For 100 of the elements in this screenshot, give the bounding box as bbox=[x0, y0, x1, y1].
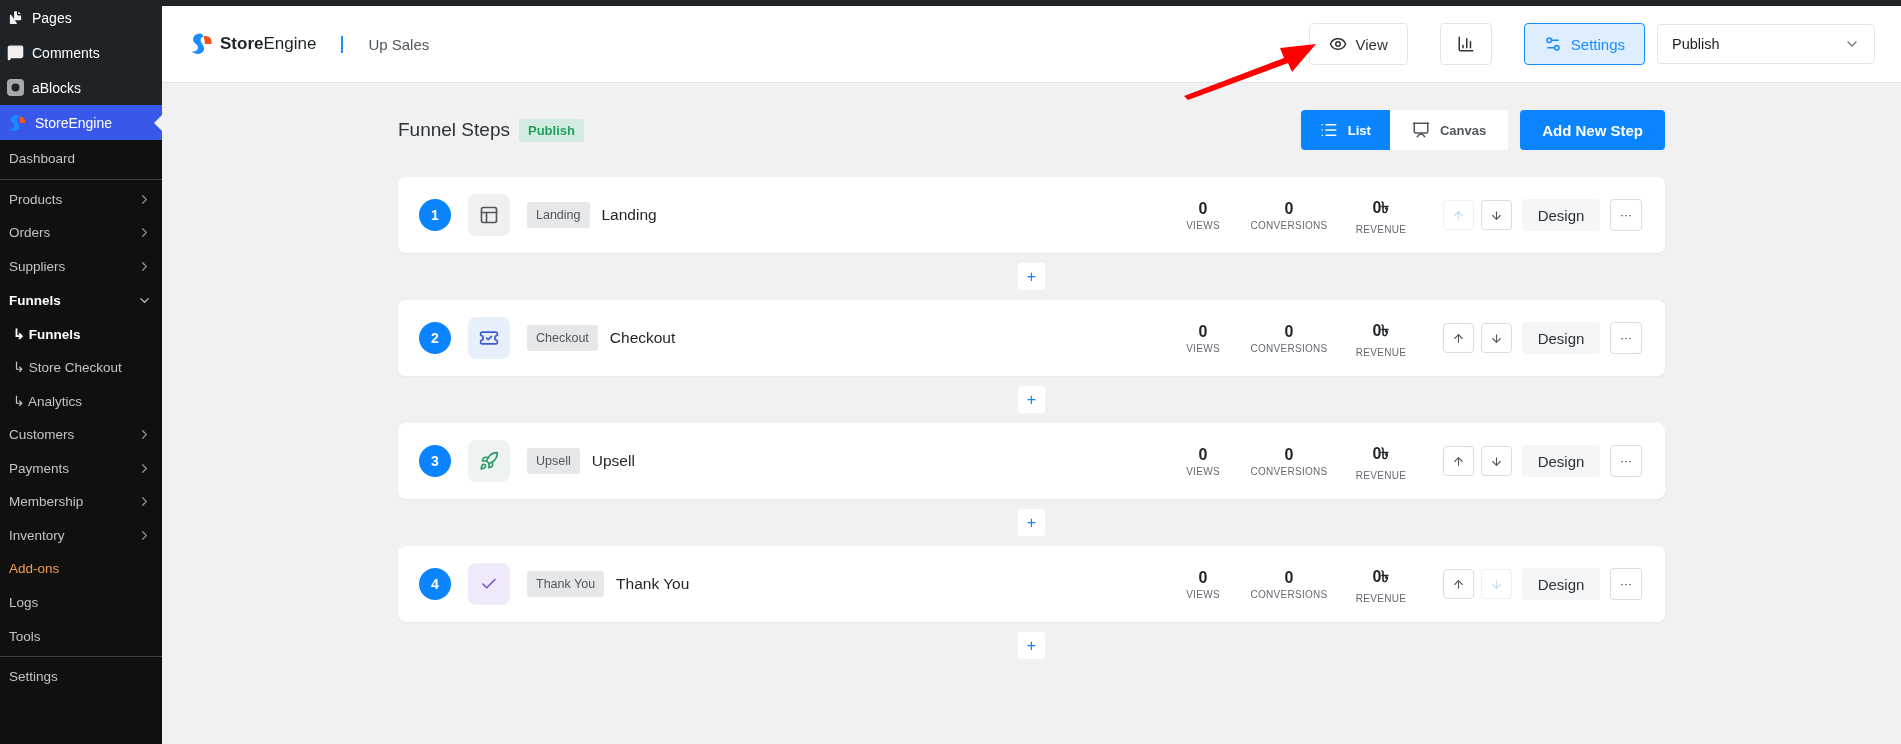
stat-value: 0 bbox=[1284, 322, 1294, 341]
design-button[interactable]: Design bbox=[1522, 445, 1600, 477]
step-name: Checkout bbox=[609, 329, 676, 347]
stat-label: REVENUE bbox=[1355, 224, 1407, 235]
rocket-icon bbox=[479, 451, 499, 471]
move-up-button[interactable] bbox=[1443, 446, 1474, 476]
step-name: Upsell bbox=[591, 452, 635, 470]
settings-icon bbox=[1543, 35, 1562, 53]
step-name: Landing bbox=[601, 206, 657, 224]
step-number: 2 bbox=[419, 322, 451, 354]
status-select[interactable]: Publish bbox=[1657, 24, 1875, 64]
move-down-button[interactable] bbox=[1481, 323, 1512, 353]
list-icon bbox=[1319, 121, 1338, 139]
stat-label: VIEWS bbox=[1186, 342, 1220, 354]
comment-icon bbox=[7, 44, 24, 61]
view-button[interactable]: View bbox=[1308, 23, 1408, 65]
more-button[interactable]: ··· bbox=[1610, 322, 1642, 354]
sidebar-item[interactable]: Pages bbox=[0, 0, 162, 35]
arrow-up-icon bbox=[1452, 331, 1465, 345]
stat-value: 0 bbox=[1198, 568, 1208, 587]
add-step-plus-button[interactable]: + bbox=[1018, 632, 1045, 659]
design-button[interactable]: Design bbox=[1522, 199, 1600, 231]
stat-value: 0৳ bbox=[1372, 321, 1390, 341]
step-number: 3 bbox=[419, 445, 451, 477]
arrow-up-icon bbox=[1452, 454, 1465, 468]
sidebar-subitem[interactable]: ↳ Analytics bbox=[0, 384, 162, 418]
sidebar-item[interactable]: Comments bbox=[0, 35, 162, 70]
sidebar-item[interactable]: Products bbox=[0, 182, 162, 217]
step-tag: Thank You bbox=[527, 571, 605, 597]
more-button[interactable]: ··· bbox=[1610, 199, 1642, 231]
arrow-up-icon bbox=[1452, 208, 1465, 222]
stat-value: 0 bbox=[1198, 199, 1208, 218]
sidebar-item[interactable]: Settings bbox=[0, 659, 162, 694]
add-step-plus-button[interactable]: + bbox=[1018, 509, 1045, 536]
analytics-button[interactable] bbox=[1439, 23, 1492, 65]
more-button[interactable]: ··· bbox=[1610, 568, 1642, 600]
step-name: Thank You bbox=[616, 575, 690, 593]
brand-name: StoreEngine bbox=[220, 34, 317, 54]
move-up-button[interactable] bbox=[1443, 323, 1474, 353]
easel-icon bbox=[1411, 121, 1430, 139]
step-number: 4 bbox=[419, 568, 451, 600]
stat-label: REVENUE bbox=[1355, 593, 1407, 604]
stat-label: CONVERSIONS bbox=[1250, 465, 1328, 477]
stat-value: 0 bbox=[1198, 445, 1208, 464]
stat-value: 0৳ bbox=[1372, 198, 1390, 218]
arrow-down-icon bbox=[1490, 577, 1503, 591]
step-number: 1 bbox=[419, 199, 451, 231]
sidebar-item[interactable]: Suppliers bbox=[0, 249, 162, 284]
stat-label: VIEWS bbox=[1186, 465, 1220, 477]
sidebar-item[interactable]: aBlocks bbox=[0, 70, 162, 105]
step-tag: Checkout bbox=[527, 325, 598, 351]
stat-value: 0 bbox=[1284, 445, 1294, 464]
sidebar-item[interactable]: Inventory bbox=[0, 518, 162, 553]
stat-value: 0৳ bbox=[1372, 444, 1390, 464]
sidebar-subitem[interactable]: ↳ Store Checkout bbox=[0, 350, 162, 385]
block-icon bbox=[7, 79, 24, 96]
step-tag: Landing bbox=[527, 202, 590, 228]
move-up-button[interactable] bbox=[1443, 569, 1474, 599]
stat-value: 0 bbox=[1284, 568, 1294, 587]
design-button[interactable]: Design bbox=[1522, 322, 1600, 354]
chart-icon bbox=[1456, 35, 1475, 53]
sidebar-item[interactable]: Logs bbox=[0, 585, 162, 620]
add-step-plus-button[interactable]: + bbox=[1018, 263, 1045, 290]
stat-label: VIEWS bbox=[1186, 588, 1220, 600]
eye-icon bbox=[1328, 35, 1347, 53]
add-step-plus-button[interactable]: + bbox=[1018, 386, 1045, 413]
sidebar-item[interactable]: StoreEngine bbox=[0, 105, 162, 140]
move-down-button[interactable] bbox=[1481, 446, 1512, 476]
sidebar-item[interactable]: Dashboard bbox=[0, 142, 162, 176]
design-button[interactable]: Design bbox=[1522, 568, 1600, 600]
stat-value: 0৳ bbox=[1372, 567, 1390, 587]
view-tab[interactable]: List bbox=[1300, 110, 1390, 150]
add-step-button[interactable]: Add New Step bbox=[1520, 110, 1665, 150]
arrow-down-icon bbox=[1490, 454, 1503, 468]
stat-label: REVENUE bbox=[1355, 347, 1407, 358]
arrow-down-icon bbox=[1490, 208, 1503, 222]
status-badge: Publish bbox=[518, 118, 584, 142]
page-title: Up Sales bbox=[368, 35, 430, 53]
stat-value: 0 bbox=[1284, 199, 1294, 218]
sidebar-item[interactable]: Payments bbox=[0, 451, 162, 485]
stat-label: CONVERSIONS bbox=[1250, 219, 1328, 231]
step-tag: Upsell bbox=[527, 448, 580, 474]
sidebar-item[interactable]: Add-ons bbox=[0, 552, 162, 586]
sidebar-item[interactable]: Funnels bbox=[0, 283, 162, 317]
layout-icon bbox=[479, 205, 499, 225]
move-down-button[interactable] bbox=[1481, 200, 1512, 230]
sidebar-item[interactable]: Membership bbox=[0, 484, 162, 519]
more-button[interactable]: ··· bbox=[1610, 445, 1642, 477]
ticket-icon bbox=[479, 328, 499, 348]
arrow-up-icon bbox=[1452, 577, 1465, 591]
sidebar-item[interactable]: Orders bbox=[0, 216, 162, 250]
current-pointer bbox=[154, 115, 162, 131]
sidebar-item[interactable]: Tools bbox=[0, 619, 162, 653]
section-title: Funnel Steps bbox=[398, 119, 510, 141]
sidebar-item[interactable]: Customers bbox=[0, 417, 162, 452]
pages-icon bbox=[7, 9, 24, 26]
sidebar-subitem[interactable]: ↳ Funnels bbox=[0, 316, 162, 351]
stat-label: CONVERSIONS bbox=[1250, 588, 1328, 600]
stat-label: VIEWS bbox=[1186, 219, 1220, 231]
stat-label: REVENUE bbox=[1355, 470, 1407, 481]
